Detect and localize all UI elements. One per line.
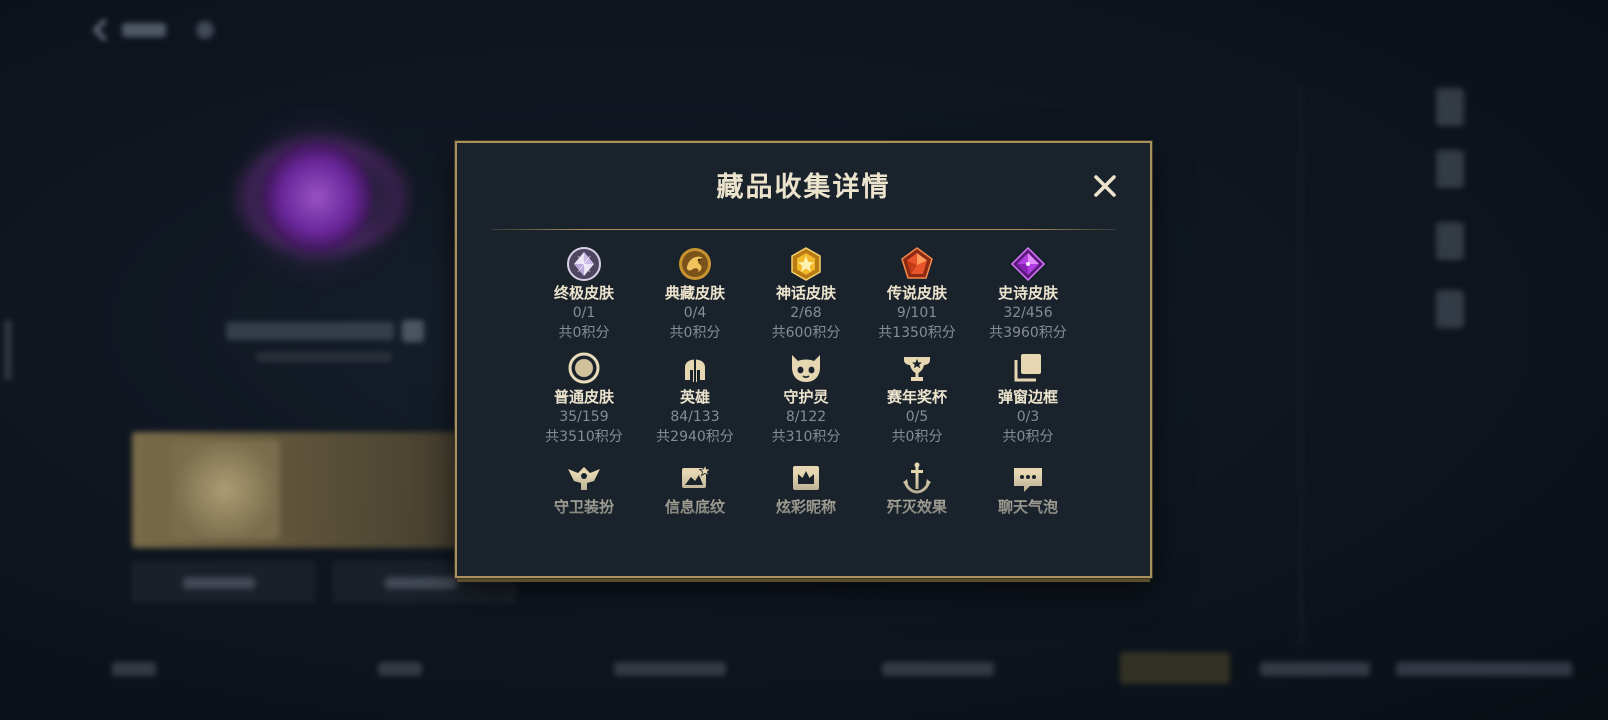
title-divider [491, 229, 1116, 230]
collection-item-mythic-skin[interactable]: 神话皮肤 2/68 共600积分 [751, 245, 861, 343]
bg-button-left[interactable] [132, 562, 314, 602]
ultimate-skin-gem-icon [567, 247, 601, 281]
bottom-tab[interactable] [378, 662, 422, 676]
collection-item-season-trophy[interactable]: 赛年奖杯 0/5 共0积分 [862, 349, 972, 447]
collection-item-epic-skin[interactable]: 史诗皮肤 32/456 共3960积分 [973, 245, 1083, 343]
collection-details-modal: 藏品收集详情 终极皮肤 0/1 共0积分 典藏皮肤 0/4 共0积分 神话皮肤 … [455, 141, 1152, 578]
collection-item-legendary-skin[interactable]: 传说皮肤 9/101 共1350积分 [862, 245, 972, 343]
collection-grid: 终极皮肤 0/1 共0积分 典藏皮肤 0/4 共0积分 神话皮肤 2/68 共6… [529, 245, 1083, 517]
close-icon [1094, 175, 1116, 197]
side-rail-icon[interactable] [1436, 88, 1464, 126]
collection-item-takedown-effect[interactable]: 歼灭效果 [862, 459, 972, 517]
bottom-tab[interactable] [1260, 662, 1370, 676]
season-trophy-icon [904, 357, 930, 381]
collection-item-normal-skin[interactable]: 普通皮肤 35/159 共3510积分 [529, 349, 639, 447]
takedown-effect-icon [903, 462, 931, 494]
bottom-tab[interactable] [1396, 662, 1572, 676]
back-button[interactable] [92, 12, 214, 48]
close-button[interactable] [1092, 173, 1118, 199]
guard-outfit-icon [568, 467, 600, 490]
collection-item-chat-bubble[interactable]: 聊天气泡 [973, 459, 1083, 517]
hero-helmet-icon [685, 358, 705, 382]
collection-item-popup-frame[interactable]: 弹窗边框 0/3 共0积分 [973, 349, 1083, 447]
chat-bubble-icon [1014, 468, 1042, 492]
bottom-tab[interactable] [614, 662, 726, 676]
spirit-pet-icon [792, 355, 820, 382]
collector-skin-dragon-icon [679, 248, 711, 280]
bottom-tab[interactable] [112, 662, 156, 676]
side-rail-icon[interactable] [1436, 222, 1464, 260]
normal-skin-ring-icon [568, 352, 600, 384]
rank-badge-icon [402, 320, 424, 342]
collection-item-ultimate-skin[interactable]: 终极皮肤 0/1 共0积分 [529, 245, 639, 343]
info-card-icon [682, 463, 712, 488]
collection-item-info-card[interactable]: 信息底纹 [640, 459, 750, 517]
collection-item-guard-outfit[interactable]: 守卫装扮 [529, 459, 639, 517]
mythic-skin-gem-icon [791, 247, 821, 281]
collection-item-collector-skin[interactable]: 典藏皮肤 0/4 共0积分 [640, 245, 750, 343]
epic-skin-gem-icon [1010, 246, 1046, 282]
game-screen: 藏品收集详情 终极皮肤 0/1 共0积分 典藏皮肤 0/4 共0积分 神话皮肤 … [0, 0, 1608, 720]
home-icon[interactable] [196, 21, 214, 39]
side-rail-icon[interactable] [1436, 150, 1464, 188]
back-chevron-icon [92, 18, 116, 42]
popup-frame-icon [1014, 354, 1041, 382]
modal-title: 藏品收集详情 [716, 172, 891, 203]
collection-item-nickname[interactable]: 炫彩昵称 [751, 459, 861, 517]
player-name-placeholder [226, 322, 394, 340]
bottom-tab[interactable] [882, 662, 994, 676]
nickname-crown-icon [793, 466, 819, 490]
player-avatar[interactable] [262, 142, 372, 252]
bottom-tab-active[interactable] [1120, 652, 1230, 684]
legendary-skin-gem-icon [901, 247, 933, 279]
side-rail-icon[interactable] [1436, 290, 1464, 328]
collection-item-hero[interactable]: 英雄 84/133 共2940积分 [640, 349, 750, 447]
collection-item-spirit[interactable]: 守护灵 8/122 共310积分 [751, 349, 861, 447]
